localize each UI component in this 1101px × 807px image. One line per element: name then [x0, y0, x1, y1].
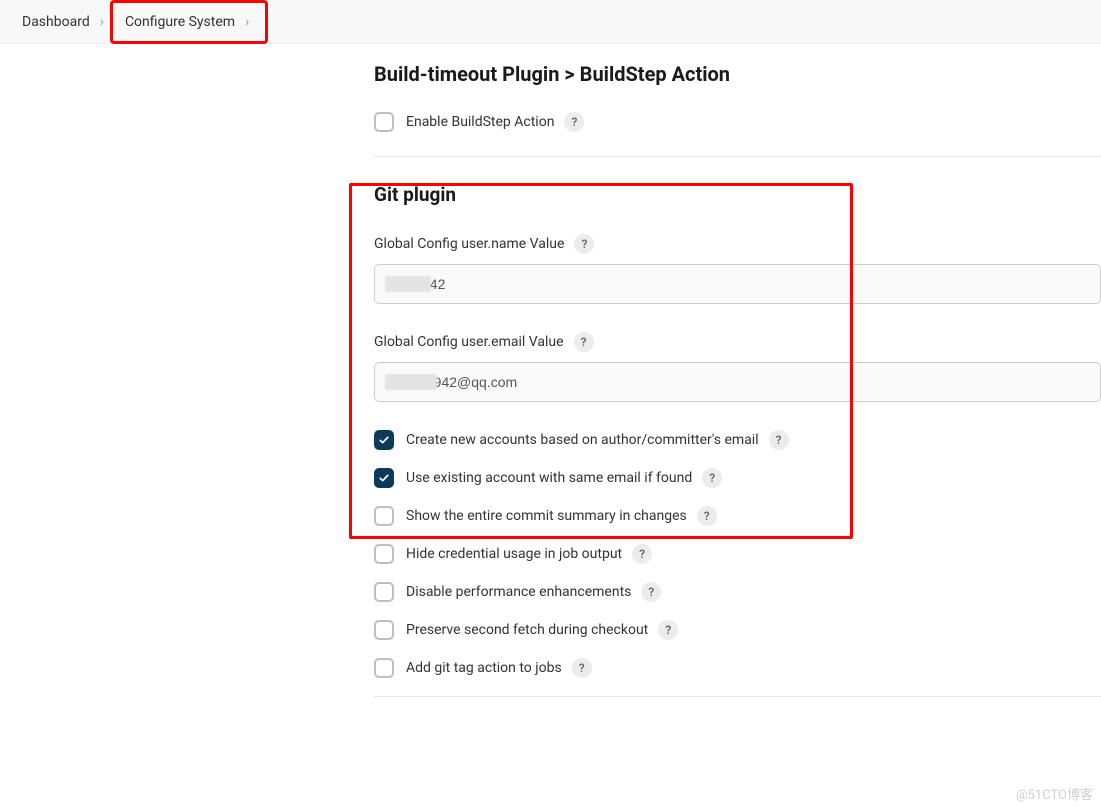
row-hide-cred: Hide credential usage in job output ? [374, 544, 1101, 564]
chevron-right-icon: › [94, 0, 110, 44]
help-icon[interactable]: ? [658, 620, 678, 640]
checkbox-hide-cred[interactable] [374, 544, 394, 564]
label-create-accounts: Create new accounts based on author/comm… [406, 432, 759, 448]
label-hide-cred: Hide credential usage in job output [406, 546, 622, 562]
breadcrumb-configure-system[interactable]: Configure System [121, 0, 239, 44]
label-enable-buildstep: Enable BuildStep Action [406, 114, 554, 130]
label-preserve-fetch: Preserve second fetch during checkout [406, 622, 648, 638]
checkbox-create-accounts[interactable] [374, 430, 394, 450]
row-show-summary: Show the entire commit summary in change… [374, 506, 1101, 526]
label-git-username: Global Config user.name Value ? [374, 234, 1101, 254]
row-add-tag: Add git tag action to jobs ? [374, 658, 1101, 678]
row-use-existing: Use existing account with same email if … [374, 468, 1101, 488]
help-icon[interactable]: ? [702, 468, 722, 488]
watermark: @51CTO博客 [1016, 784, 1093, 803]
label-git-username-text: Global Config user.name Value [374, 236, 564, 252]
row-enable-buildstep: Enable BuildStep Action ? [374, 112, 1101, 132]
label-add-tag: Add git tag action to jobs [406, 660, 562, 676]
help-icon[interactable]: ? [697, 506, 717, 526]
checkbox-use-existing[interactable] [374, 468, 394, 488]
help-icon[interactable]: ? [572, 658, 592, 678]
label-use-existing: Use existing account with same email if … [406, 470, 692, 486]
row-create-accounts: Create new accounts based on author/comm… [374, 430, 1101, 450]
chevron-right-icon: › [239, 0, 255, 44]
row-preserve-fetch: Preserve second fetch during checkout ? [374, 620, 1101, 640]
checkbox-add-tag[interactable] [374, 658, 394, 678]
breadcrumb-highlight-box: Configure System › [110, 0, 268, 44]
label-disable-perf: Disable performance enhancements [406, 584, 631, 600]
breadcrumb-dashboard[interactable]: Dashboard [18, 0, 94, 44]
input-wrap-git-username [374, 264, 1101, 304]
checkbox-show-summary[interactable] [374, 506, 394, 526]
input-wrap-git-email [374, 362, 1101, 402]
checkbox-enable-buildstep[interactable] [374, 112, 394, 132]
help-icon[interactable]: ? [632, 544, 652, 564]
label-git-email: Global Config user.email Value ? [374, 332, 1101, 352]
help-icon[interactable]: ? [564, 112, 584, 132]
main-content: Build-timeout Plugin > BuildStep Action … [0, 44, 1101, 697]
help-icon[interactable]: ? [641, 582, 661, 602]
section-divider [374, 156, 1101, 157]
input-git-email[interactable] [374, 362, 1101, 402]
input-git-username[interactable] [374, 264, 1101, 304]
help-icon[interactable]: ? [574, 234, 594, 254]
label-git-email-text: Global Config user.email Value [374, 334, 564, 350]
checkbox-preserve-fetch[interactable] [374, 620, 394, 640]
row-disable-perf: Disable performance enhancements ? [374, 582, 1101, 602]
checkbox-disable-perf[interactable] [374, 582, 394, 602]
help-icon[interactable]: ? [769, 430, 789, 450]
redaction-mask [385, 276, 431, 292]
section-divider [374, 696, 1101, 697]
breadcrumb: Dashboard › Configure System › [0, 0, 1101, 44]
section-title-git-plugin: Git plugin [374, 183, 1101, 206]
section-title-build-timeout: Build-timeout Plugin > BuildStep Action [374, 62, 1101, 86]
redaction-mask [385, 374, 437, 390]
help-icon[interactable]: ? [574, 332, 594, 352]
label-show-summary: Show the entire commit summary in change… [406, 508, 687, 524]
